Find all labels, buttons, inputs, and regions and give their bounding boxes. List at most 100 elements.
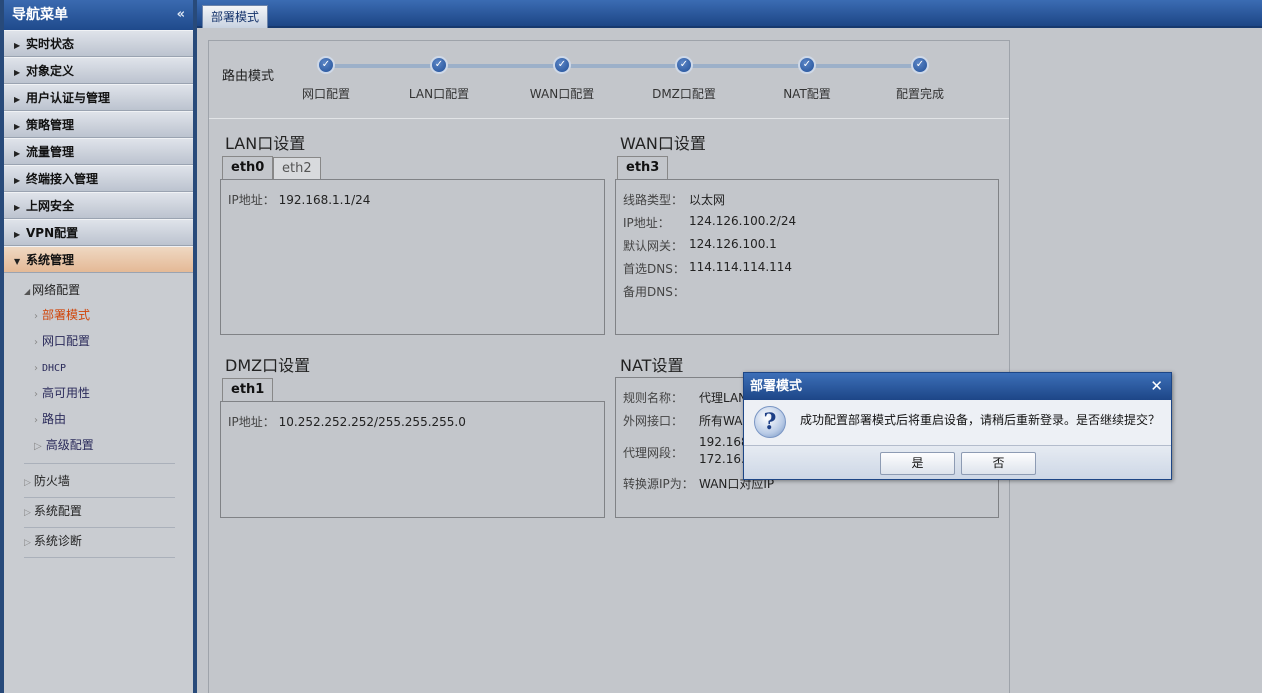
- field-value: 所有WA: [699, 414, 743, 428]
- expanded-triangle-icon: ◢: [24, 287, 31, 296]
- collapsed-triangle-icon: ▷: [24, 508, 31, 518]
- wan-line-type-row: 线路类型： 以太网: [623, 191, 725, 208]
- field-label: 规则名称：: [623, 391, 684, 405]
- sidebar-title: 导航菜单: [12, 7, 68, 23]
- wan-dns1-row: 首选DNS： 114.114.114.114: [623, 260, 792, 277]
- step-wan-config[interactable]: ✓ WAN口配置: [512, 56, 612, 102]
- lan-box: IP地址： 192.168.1.1/24: [220, 179, 605, 335]
- top-tab-bar: 部署模式: [197, 0, 1262, 28]
- menu-item-label: 用户认证与管理: [26, 91, 111, 105]
- tree-leaf-label: DHCP: [42, 363, 67, 374]
- check-icon: ✓: [430, 56, 448, 74]
- tab-eth2[interactable]: eth2: [273, 157, 321, 181]
- menu-item-policy[interactable]: ▶ 策略管理: [4, 111, 193, 138]
- field-value: 114.114.114.114: [689, 260, 793, 274]
- close-icon[interactable]: ✕: [1150, 373, 1163, 400]
- menu-item-traffic[interactable]: ▶ 流量管理: [4, 138, 193, 165]
- field-value: 代理LAN: [699, 391, 748, 405]
- tree-leaf-route[interactable]: › 路由: [24, 407, 193, 433]
- lan-ip-value: 192.168.1.1/24: [278, 193, 371, 207]
- yes-button[interactable]: 是: [880, 452, 955, 475]
- nat-wan-port-row: 外网接口： 所有WA: [623, 412, 742, 429]
- dmz-section-title: DMZ口设置: [225, 356, 311, 375]
- main-panel: 路由模式 ✓ 网口配置 ✓ LAN口配置 ✓ WAN口配置 ✓ DMZ口配置 ✓ NAT配…: [208, 40, 1010, 693]
- tab-eth0[interactable]: eth0: [222, 156, 274, 181]
- tree-group-system-config[interactable]: ▷ 系统配置: [24, 498, 175, 528]
- tree-group-label: 系统配置: [33, 504, 82, 518]
- menu-item-objects[interactable]: ▶ 对象定义: [4, 57, 193, 84]
- menu-item-label: 对象定义: [26, 64, 75, 78]
- nat-subnet-row: 代理网段：: [623, 444, 683, 461]
- tree-group-firewall[interactable]: ▷ 防火墙: [24, 468, 175, 498]
- field-label: 默认网关：: [623, 239, 684, 253]
- tree-leaf-advanced[interactable]: ▷ 高级配置: [24, 433, 175, 464]
- chevron-right-icon: ▶: [14, 41, 21, 50]
- menu-item-terminal[interactable]: ▶ 终端接入管理: [4, 165, 193, 192]
- wan-box: 线路类型： 以太网 IP地址： 124.126.100.2/24 默认网关： 124.…: [615, 179, 999, 335]
- tree-group-label: 网络配置: [32, 283, 81, 297]
- dialog-title: 部署模式: [750, 379, 803, 394]
- chevron-right-icon: ▶: [14, 203, 21, 212]
- tree-group-label: 防火墙: [33, 474, 70, 488]
- field-label: 代理网段：: [623, 446, 684, 460]
- tab-eth1[interactable]: eth1: [222, 378, 274, 403]
- tree-leaf-label: 路由: [42, 412, 67, 426]
- check-icon: ✓: [798, 56, 816, 74]
- tree-group-diagnostics[interactable]: ▷ 系统诊断: [24, 528, 175, 558]
- step-label: LAN口配置: [408, 87, 470, 101]
- check-icon: ✓: [675, 56, 693, 74]
- step-lan-config[interactable]: ✓ LAN口配置: [389, 56, 489, 102]
- menu-item-label: VPN配置: [26, 226, 79, 240]
- check-icon: ✓: [553, 56, 571, 74]
- step-label: NAT配置: [783, 87, 831, 101]
- tree-leaf-label: 网口配置: [42, 334, 91, 348]
- wan-gateway-row: 默认网关： 124.126.100.1: [623, 237, 777, 254]
- tab-deploy-mode[interactable]: 部署模式: [202, 5, 269, 28]
- check-icon: ✓: [911, 56, 929, 74]
- system-subtree: ◢ 网络配置 › 部署模式 › 网口配置 › DHCP › 高可用性 › 路由 ▷ 高级配置 …: [4, 273, 193, 558]
- dmz-box: IP地址： 10.252.252.252/255.255.255.0: [220, 401, 605, 518]
- menu-item-label: 上网安全: [26, 199, 75, 213]
- wizard-title: 路由模式: [222, 69, 275, 84]
- menu-item-label: 策略管理: [26, 118, 75, 132]
- tree-leaf-deploy-mode[interactable]: › 部署模式: [24, 303, 193, 329]
- menu-item-system[interactable]: ▼ 系统管理: [4, 246, 193, 273]
- tree-group-network[interactable]: ◢ 网络配置: [24, 279, 193, 303]
- chevron-right-icon: ▶: [14, 230, 21, 239]
- field-value: 以太网: [689, 193, 726, 207]
- field-label: IP地址：: [228, 415, 275, 429]
- chevron-right-icon: ›: [34, 363, 38, 374]
- nat-rule-name-row: 规则名称： 代理LAN: [623, 389, 747, 406]
- step-label: 配置完成: [895, 87, 944, 101]
- tree-leaf-label: 部署模式: [42, 308, 91, 322]
- menu-item-label: 流量管理: [26, 145, 75, 159]
- menu-item-realtime[interactable]: ▶ 实时状态: [4, 30, 193, 57]
- tree-leaf-ha[interactable]: › 高可用性: [24, 381, 193, 407]
- collapsed-triangle-icon: ▷: [24, 538, 31, 548]
- step-dmz-config[interactable]: ✓ DMZ口配置: [634, 56, 734, 102]
- field-label: IP地址：: [228, 193, 275, 207]
- tree-leaf-label: 高可用性: [42, 386, 91, 400]
- no-button[interactable]: 否: [961, 452, 1036, 475]
- dmz-ip-row: IP地址： 10.252.252.252/255.255.255.0: [228, 413, 466, 430]
- tab-eth3[interactable]: eth3: [617, 156, 669, 181]
- field-value: 124.126.100.2/24: [689, 214, 797, 228]
- step-port-config[interactable]: ✓ 网口配置: [276, 56, 376, 102]
- tree-leaf-dhcp[interactable]: › DHCP: [24, 355, 193, 381]
- menu-item-user-auth[interactable]: ▶ 用户认证与管理: [4, 84, 193, 111]
- lan-ip-row: IP地址： 192.168.1.1/24: [228, 191, 370, 208]
- tree-group-label: 系统诊断: [33, 534, 82, 548]
- tree-leaf-port-config[interactable]: › 网口配置: [24, 329, 193, 355]
- chevron-down-icon: ▼: [14, 257, 21, 266]
- step-complete[interactable]: ✓ 配置完成: [870, 56, 970, 102]
- collapse-icon[interactable]: «: [177, 0, 185, 30]
- step-nat-config[interactable]: ✓ NAT配置: [757, 56, 857, 102]
- sidebar: 导航菜单 « ▶ 实时状态 ▶ 对象定义 ▶ 用户认证与管理 ▶ 策略管理 ▶ 流量管理 …: [0, 0, 197, 693]
- menu-item-web-security[interactable]: ▶ 上网安全: [4, 192, 193, 219]
- menu-item-vpn[interactable]: ▶ VPN配置: [4, 219, 193, 246]
- sidebar-header: 导航菜单 «: [0, 0, 193, 30]
- chevron-right-icon: ▶: [14, 68, 21, 77]
- check-icon: ✓: [317, 56, 335, 74]
- field-label: 转换源IP为：: [623, 477, 694, 491]
- question-icon: ?: [754, 406, 786, 438]
